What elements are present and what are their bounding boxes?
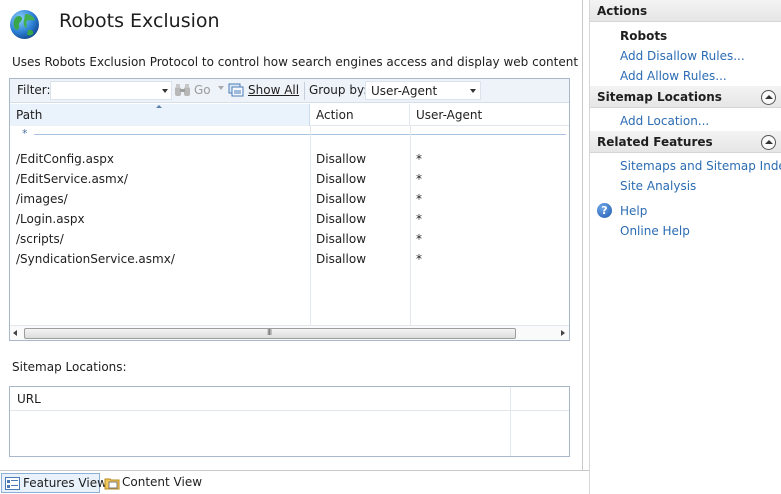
sitemap-locations-section-title: Sitemap Locations [597, 90, 722, 104]
cell-action: Disallow [316, 152, 367, 166]
table-row[interactable]: /Login.aspx Disallow * [10, 209, 569, 229]
column-header-path-label: Path [16, 108, 43, 122]
cell-action: Disallow [316, 172, 367, 186]
site-analysis-link[interactable]: Site Analysis [620, 179, 696, 193]
filter-label: Filter: [17, 83, 51, 97]
group-header-label: * [22, 127, 28, 140]
tab-features-view[interactable]: Features View [1, 473, 107, 493]
column-header-row: Path Action User-Agent [10, 104, 569, 126]
actions-pane: Actions Robots Add Disallow Rules... Add… [589, 0, 781, 494]
filter-input[interactable] [50, 81, 172, 100]
table-row[interactable]: /scripts/ Disallow * [10, 229, 569, 249]
cell-user-agent: * [416, 252, 422, 266]
column-header-user-agent[interactable]: User-Agent [410, 104, 569, 126]
table-row[interactable]: /SyndicationService.asmx/ Disallow * [10, 249, 569, 269]
group-header[interactable]: * [10, 127, 569, 141]
sitemaps-and-indexes-link[interactable]: Sitemaps and Sitemap Indexes [620, 159, 781, 173]
group-by-label: Group by: [309, 83, 368, 97]
main-panel: Robots Exclusion Uses Robots Exclusion P… [0, 0, 583, 470]
column-header-action-label: Action [316, 108, 354, 122]
cell-path: /SyndicationService.asmx/ [16, 252, 175, 266]
group-header-line [34, 134, 566, 135]
scroll-right-icon[interactable] [561, 330, 565, 336]
group-by-value: User-Agent [371, 84, 438, 98]
table-row[interactable]: /images/ Disallow * [10, 189, 569, 209]
add-allow-rules-link[interactable]: Add Allow Rules... [620, 69, 727, 83]
cell-action: Disallow [316, 212, 367, 226]
actions-header: Actions [590, 0, 781, 22]
page-title: Robots Exclusion [59, 10, 220, 32]
page-description: Uses Robots Exclusion Protocol to contro… [12, 55, 579, 69]
rules-rows: /EditConfig.aspx Disallow * /EditService… [10, 149, 569, 269]
features-view-icon [5, 477, 20, 490]
scrollbar-grip: III [267, 328, 272, 337]
tab-content-view[interactable]: Content View [103, 473, 213, 493]
tab-features-view-label: Features View [23, 476, 107, 490]
sort-ascending-icon [156, 105, 162, 108]
tab-content-view-label: Content View [122, 475, 203, 489]
online-help-link[interactable]: Online Help [620, 224, 690, 238]
cell-path: /scripts/ [16, 232, 64, 246]
sitemap-locations-list: URL [9, 386, 570, 457]
binoculars-icon [175, 84, 190, 96]
table-row[interactable]: /EditService.asmx/ Disallow * [10, 169, 569, 189]
cell-path: /images/ [16, 192, 68, 206]
robots-heading: Robots [620, 29, 668, 43]
horizontal-scrollbar[interactable]: III [10, 325, 569, 340]
cell-user-agent: * [416, 172, 422, 186]
sitemap-locations-section-header[interactable]: Sitemap Locations [590, 86, 781, 108]
help-link[interactable]: Help [620, 204, 647, 218]
cell-action: Disallow [316, 232, 367, 246]
column-header-url[interactable]: URL [10, 387, 569, 411]
filter-bar: Filter: Go Show All Group by: User-Agent [10, 79, 569, 103]
column-header-path[interactable]: Path [10, 104, 310, 126]
actions-title: Actions [597, 4, 648, 18]
table-row[interactable]: /EditConfig.aspx Disallow * [10, 149, 569, 169]
help-icon: ? [597, 203, 612, 218]
column-header-url-label: URL [17, 392, 41, 406]
cell-action: Disallow [316, 252, 367, 266]
column-header-user-agent-label: User-Agent [416, 108, 483, 122]
collapse-icon[interactable] [761, 90, 776, 105]
add-location-link[interactable]: Add Location... [620, 114, 709, 128]
collapse-icon[interactable] [761, 135, 776, 150]
group-by-dropdown-icon[interactable] [470, 89, 476, 93]
cell-action: Disallow [316, 192, 367, 206]
related-features-section-header[interactable]: Related Features [590, 131, 781, 153]
toolbar-divider [304, 82, 305, 100]
cell-user-agent: * [416, 212, 422, 226]
sitemap-locations-label: Sitemap Locations: [12, 360, 127, 374]
scrollbar-thumb[interactable]: III [24, 328, 516, 339]
filter-dropdown-icon[interactable] [162, 89, 168, 93]
globe-icon [10, 10, 39, 39]
go-button[interactable]: Go [194, 83, 211, 97]
column-header-action[interactable]: Action [310, 104, 410, 126]
cell-user-agent: * [416, 192, 422, 206]
cell-user-agent: * [416, 152, 422, 166]
cell-path: /Login.aspx [16, 212, 85, 226]
rules-list: Filter: Go Show All Group by: User-Agent… [9, 78, 570, 341]
cell-user-agent: * [416, 232, 422, 246]
scroll-left-icon[interactable] [13, 330, 17, 336]
show-all-icon [228, 83, 244, 97]
content-view-icon [104, 478, 120, 490]
cell-path: /EditService.asmx/ [16, 172, 128, 186]
cell-path: /EditConfig.aspx [16, 152, 114, 166]
group-by-select[interactable]: User-Agent [365, 81, 481, 100]
add-disallow-rules-link[interactable]: Add Disallow Rules... [620, 49, 745, 63]
go-dropdown-icon[interactable] [218, 86, 224, 90]
show-all-button[interactable]: Show All [248, 83, 299, 97]
related-features-section-title: Related Features [597, 135, 713, 149]
